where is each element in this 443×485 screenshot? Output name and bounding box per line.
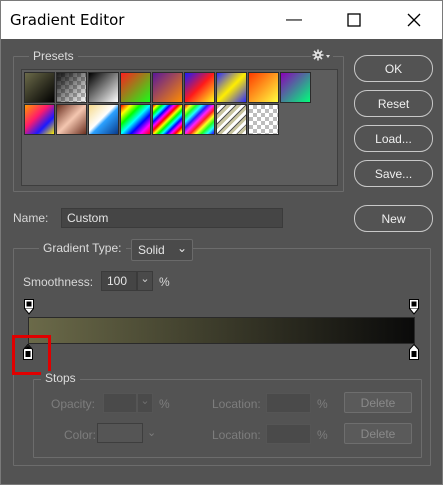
preset-swatch[interactable] — [216, 72, 247, 103]
preset-swatch[interactable] — [248, 72, 279, 103]
color-delete-button[interactable]: Delete — [344, 423, 412, 444]
color-label: Color: — [64, 428, 97, 442]
smoothness-input[interactable]: 100 — [101, 271, 137, 291]
chevron-down-icon: ⌄ — [176, 241, 187, 255]
opacity-location-label: Location: — [212, 397, 261, 411]
color-stop-right[interactable] — [409, 344, 419, 360]
smoothness-dropdown[interactable]: ⌄ — [137, 271, 153, 291]
preset-swatch[interactable] — [280, 72, 311, 103]
selection-highlight — [12, 335, 51, 375]
preset-swatch[interactable] — [184, 72, 215, 103]
opacity-dropdown[interactable]: ⌄ — [137, 393, 153, 413]
preset-swatch[interactable] — [152, 72, 183, 103]
preset-swatch[interactable] — [120, 104, 151, 135]
preset-swatch[interactable] — [120, 72, 151, 103]
name-input[interactable]: Custom — [61, 208, 283, 228]
smoothness-unit: % — [159, 275, 170, 289]
presets-menu-button[interactable] — [311, 48, 333, 62]
gradient-type-select[interactable]: Solid ⌄ — [131, 239, 193, 261]
minimize-button[interactable]: — — [271, 1, 317, 39]
ok-button[interactable]: OK — [354, 55, 433, 82]
color-location-unit: % — [317, 428, 328, 442]
close-icon — [407, 13, 421, 27]
opacity-input[interactable] — [103, 393, 137, 413]
opacity-stop-left[interactable] — [24, 299, 34, 315]
opacity-label: Opacity: — [51, 397, 96, 411]
gradient-editor-window: Gradient Editor — Presets OK Reset Load.… — [0, 0, 443, 485]
gear-icon — [312, 49, 330, 61]
opacity-delete-button[interactable]: Delete — [344, 392, 412, 413]
color-swatch[interactable] — [97, 423, 143, 443]
stops-label: Stops — [41, 371, 80, 385]
new-button[interactable]: New — [354, 205, 433, 232]
presets-list — [21, 69, 338, 186]
opacity-stop-right[interactable] — [409, 299, 419, 315]
maximize-icon — [347, 13, 361, 27]
preset-swatch[interactable] — [56, 72, 87, 103]
title-bar: Gradient Editor — — [1, 1, 442, 39]
gradient-type-value: Solid — [138, 243, 165, 257]
maximize-button[interactable] — [331, 1, 377, 39]
opacity-location-input[interactable] — [266, 393, 311, 413]
preset-swatch[interactable] — [56, 104, 87, 135]
save-button[interactable]: Save... — [354, 160, 433, 187]
color-location-input[interactable] — [266, 424, 311, 444]
load-button[interactable]: Load... — [354, 125, 433, 152]
preset-swatch[interactable] — [88, 72, 119, 103]
minimize-icon: — — [286, 11, 302, 28]
chevron-down-icon: ⌄ — [140, 395, 150, 407]
close-button[interactable] — [391, 1, 437, 39]
gradient-type-label: Gradient Type: — [39, 241, 126, 255]
preset-swatch[interactable] — [24, 104, 55, 135]
preset-swatch[interactable] — [152, 104, 183, 135]
preset-swatch[interactable] — [24, 72, 55, 103]
name-label: Name: — [13, 211, 49, 225]
window-title: Gradient Editor — [10, 11, 125, 29]
stops-group — [33, 379, 422, 458]
chevron-down-icon: ⌄ — [147, 427, 157, 439]
presets-label: Presets — [29, 49, 78, 63]
preset-swatch[interactable] — [216, 104, 247, 135]
preset-swatch[interactable] — [88, 104, 119, 135]
reset-button[interactable]: Reset — [354, 90, 433, 117]
smoothness-label: Smoothness: — [23, 275, 94, 289]
preset-swatch[interactable] — [248, 104, 279, 135]
opacity-location-unit: % — [317, 397, 328, 411]
gradient-preview-bar[interactable] — [28, 317, 415, 344]
preset-swatch[interactable] — [184, 104, 215, 135]
chevron-down-icon: ⌄ — [140, 273, 150, 285]
color-location-label: Location: — [212, 428, 261, 442]
opacity-unit: % — [159, 397, 170, 411]
